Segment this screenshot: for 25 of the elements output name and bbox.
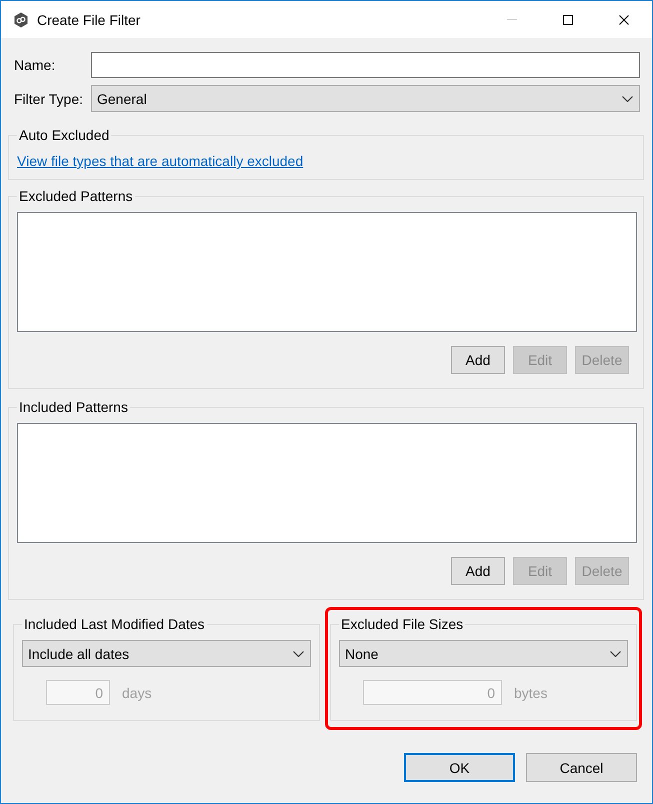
section-title: Included Last Modified Dates xyxy=(23,616,206,632)
field-label: Name: xyxy=(14,57,56,73)
section-title: Excluded File Sizes xyxy=(340,616,464,632)
unit-label: days xyxy=(122,684,152,700)
hexagon-logo-icon xyxy=(13,12,29,28)
window-title: Create File Filter xyxy=(37,12,140,28)
pattern-listbox[interactable] xyxy=(17,423,637,543)
name-input[interactable] xyxy=(91,52,640,78)
filter-type-dropdown[interactable]: General xyxy=(91,85,640,112)
add-button[interactable]: Add xyxy=(451,346,505,374)
cancel-button[interactable]: Cancel xyxy=(526,753,637,782)
chevron-down-icon xyxy=(622,96,633,102)
ok-button[interactable]: OK xyxy=(404,753,515,782)
chevron-down-icon xyxy=(293,650,304,656)
option-dropdown[interactable]: Include all dates xyxy=(22,640,311,667)
auto-excluded-link[interactable]: View file types that are automatically excluded xyxy=(17,153,304,169)
add-button[interactable]: Add xyxy=(451,557,505,585)
unit-label: bytes xyxy=(514,684,548,700)
section-title: Excluded Patterns xyxy=(18,188,134,204)
option-dropdown[interactable]: None xyxy=(339,640,628,667)
field-label: Filter Type: xyxy=(14,90,84,106)
chevron-down-icon xyxy=(610,650,621,656)
section-title: Included Patterns xyxy=(18,399,129,415)
pattern-listbox[interactable] xyxy=(17,212,637,332)
section-title: Auto Excluded xyxy=(18,127,110,143)
